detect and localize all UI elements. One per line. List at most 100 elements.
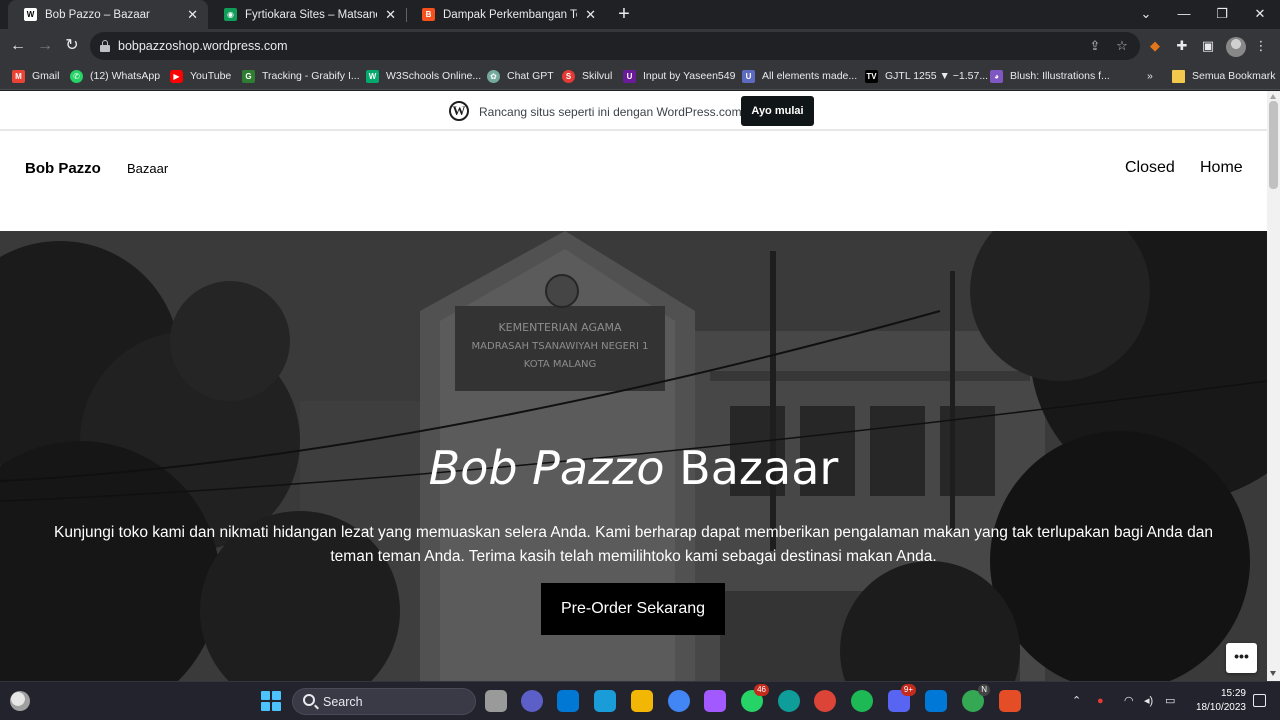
weather-widget-icon[interactable] (10, 691, 30, 711)
edge-icon[interactable] (778, 690, 800, 712)
screen: W Bob Pazzo – Bazaar ✕ ◉ Fyrtiokara Site… (0, 0, 1280, 720)
bookmark-label: (12) WhatsApp (90, 70, 161, 82)
whatsapp-icon[interactable]: 46 (741, 684, 769, 712)
discord-badge: 9+ (900, 684, 916, 696)
volume-icon[interactable]: ◂) (1144, 694, 1153, 708)
bookmark-star-icon[interactable]: ☆ (1113, 37, 1131, 55)
bookmark-chatgpt[interactable]: ✿ Chat GPT (487, 68, 554, 84)
bookmark-grabify[interactable]: G Tracking - Grabify I... (242, 68, 360, 84)
microsoft-store-icon[interactable] (557, 690, 579, 712)
l-app-icon[interactable] (594, 690, 616, 712)
bookmarks-overflow-button[interactable]: » (1147, 68, 1153, 84)
tab-title: Fyrtiokara Sites – Matsanewa 45 (245, 8, 377, 21)
taskbar-search[interactable]: Search (292, 688, 476, 715)
bookmark-skilvul[interactable]: S Skilvul (562, 68, 612, 84)
uiverse-icon: U (742, 69, 755, 83)
winrar-icon[interactable] (999, 690, 1021, 712)
scrollbar-thumb[interactable] (1269, 101, 1278, 189)
bookmark-label: Skilvul (582, 70, 613, 82)
chrome-icon[interactable] (668, 690, 690, 712)
grabify-icon: G (242, 69, 255, 83)
file-explorer-icon[interactable] (631, 690, 653, 712)
overflow-chevron-icon: » (1147, 70, 1153, 82)
clock[interactable]: 15:29 18/10/2023 (1186, 687, 1246, 715)
spotify-icon[interactable] (851, 690, 873, 712)
tab-fyrtiokara[interactable]: ◉ Fyrtiokara Sites – Matsanewa 45 ✕ (208, 0, 406, 29)
reload-button[interactable]: ↻ (61, 35, 83, 57)
close-icon[interactable]: ✕ (385, 7, 396, 23)
chrome-alt-icon[interactable]: N (962, 684, 990, 712)
chatgpt-icon: ✿ (487, 69, 500, 83)
address-bar[interactable]: bobpazzoshop.wordpress.com ⇪ ☆ (90, 32, 1140, 60)
show-hidden-icons-chevron-icon[interactable]: ⌃ (1072, 694, 1081, 708)
side-panel-icon[interactable]: ▣ (1199, 37, 1217, 55)
preorder-button[interactable]: Pre-Order Sekarang (541, 583, 725, 635)
start-button[interactable] (261, 691, 281, 711)
task-view-icon[interactable] (485, 690, 507, 712)
vscode-icon[interactable] (925, 690, 947, 712)
forward-button[interactable]: → (34, 35, 56, 57)
more-options-button[interactable]: ••• (1226, 643, 1257, 673)
page-scrollbar[interactable] (1267, 91, 1280, 681)
figma-icon[interactable] (704, 690, 726, 712)
site-title[interactable]: Bob Pazzo (25, 160, 101, 177)
back-button[interactable]: ← (7, 35, 29, 57)
teams-chat-icon[interactable] (521, 690, 543, 712)
bookmark-whatsapp[interactable]: ✆ (12) WhatsApp (70, 68, 160, 84)
whatsapp-icon: ✆ (70, 69, 83, 83)
tradingview-icon: TV (865, 69, 878, 83)
bookmark-blush[interactable]: ◕ Blush: Illustrations f... (990, 68, 1110, 84)
wordpress-promo-text: Rancang situs seperti ini dengan WordPre… (479, 105, 742, 119)
wifi-icon[interactable]: ◠ (1124, 694, 1134, 708)
tab-dampak[interactable]: B Dampak Perkembangan Teknolo ✕ (406, 0, 606, 29)
minimize-button[interactable]: — (1166, 0, 1202, 29)
bookmark-w3schools[interactable]: W W3Schools Online... (366, 68, 481, 84)
close-icon[interactable]: ✕ (187, 7, 198, 23)
bookmark-gmail[interactable]: M Gmail (12, 68, 59, 84)
notification-center-icon[interactable] (1253, 694, 1266, 707)
url-text[interactable]: bobpazzoshop.wordpress.com (118, 39, 288, 53)
menu-kebab-icon[interactable]: ⋮ (1252, 37, 1270, 55)
gmail-icon: M (12, 69, 25, 83)
bookmark-label: W3Schools Online... (386, 70, 482, 82)
profile-avatar[interactable] (1226, 37, 1246, 57)
antivirus-tray-icon[interactable]: ● (1097, 694, 1104, 708)
taskbar-search-label: Search (323, 695, 363, 709)
bookmark-label: GJTL 1255 ▼ −1.57... (885, 70, 989, 82)
battery-icon[interactable]: ▭ (1165, 694, 1175, 708)
close-window-button[interactable]: ✕ (1242, 0, 1278, 29)
start-wordpress-button[interactable]: Ayo mulai (741, 96, 814, 126)
blogger-favicon-icon: B (422, 8, 435, 21)
sites-favicon-icon: ◉ (224, 8, 237, 21)
bookmark-label: Gmail (32, 70, 60, 82)
nav-link-closed[interactable]: Closed (1125, 159, 1175, 177)
site-tagline: Bazaar (127, 161, 169, 176)
chrome-profile-icon[interactable] (814, 690, 836, 712)
close-icon[interactable]: ✕ (585, 7, 596, 23)
maximize-button[interactable]: ❐ (1204, 0, 1240, 29)
metamask-extension-icon[interactable]: ◆ (1146, 37, 1164, 55)
tab-search-chevron-icon[interactable]: ⌄ (1128, 0, 1164, 29)
whatsapp-badge: 46 (754, 684, 769, 696)
windows-taskbar: Search 46 9+ N ⌃ ● ◠ ◂) ▭ 15:29 18/10/20… (0, 681, 1280, 720)
bookmark-input-yaseen[interactable]: U Input by Yaseen549 (623, 68, 735, 84)
bookmark-youtube[interactable]: ▶ YouTube (170, 68, 231, 84)
folder-icon (1172, 69, 1185, 83)
new-tab-button[interactable]: + (614, 3, 634, 25)
tab-bob-pazzo[interactable]: W Bob Pazzo – Bazaar ✕ (8, 0, 208, 29)
extensions-puzzle-icon[interactable]: ✚ (1173, 37, 1191, 55)
scroll-down-arrow-icon[interactable] (1270, 671, 1276, 676)
discord-icon[interactable]: 9+ (888, 684, 916, 712)
hero-cover: KEMENTERIAN AGAMA MADRASAH TSANAWIYAH NE… (0, 231, 1267, 681)
scroll-up-arrow-icon[interactable] (1270, 94, 1276, 99)
tab-title: Dampak Perkembangan Teknolo (443, 8, 577, 21)
bookmark-gjtl[interactable]: TV GJTL 1255 ▼ −1.57... (865, 68, 988, 84)
page-viewport: W Rancang situs seperti ini dengan WordP… (0, 91, 1267, 681)
lock-icon[interactable] (100, 40, 110, 52)
share-icon[interactable]: ⇪ (1086, 37, 1104, 55)
hero-title-rest: Bazaar (664, 441, 839, 495)
bookmark-label: All elements made... (762, 70, 858, 82)
all-bookmarks-folder[interactable]: Semua Bookmark (1172, 68, 1275, 84)
bookmark-all-elements[interactable]: U All elements made... (742, 68, 857, 84)
nav-link-home[interactable]: Home (1200, 159, 1243, 177)
